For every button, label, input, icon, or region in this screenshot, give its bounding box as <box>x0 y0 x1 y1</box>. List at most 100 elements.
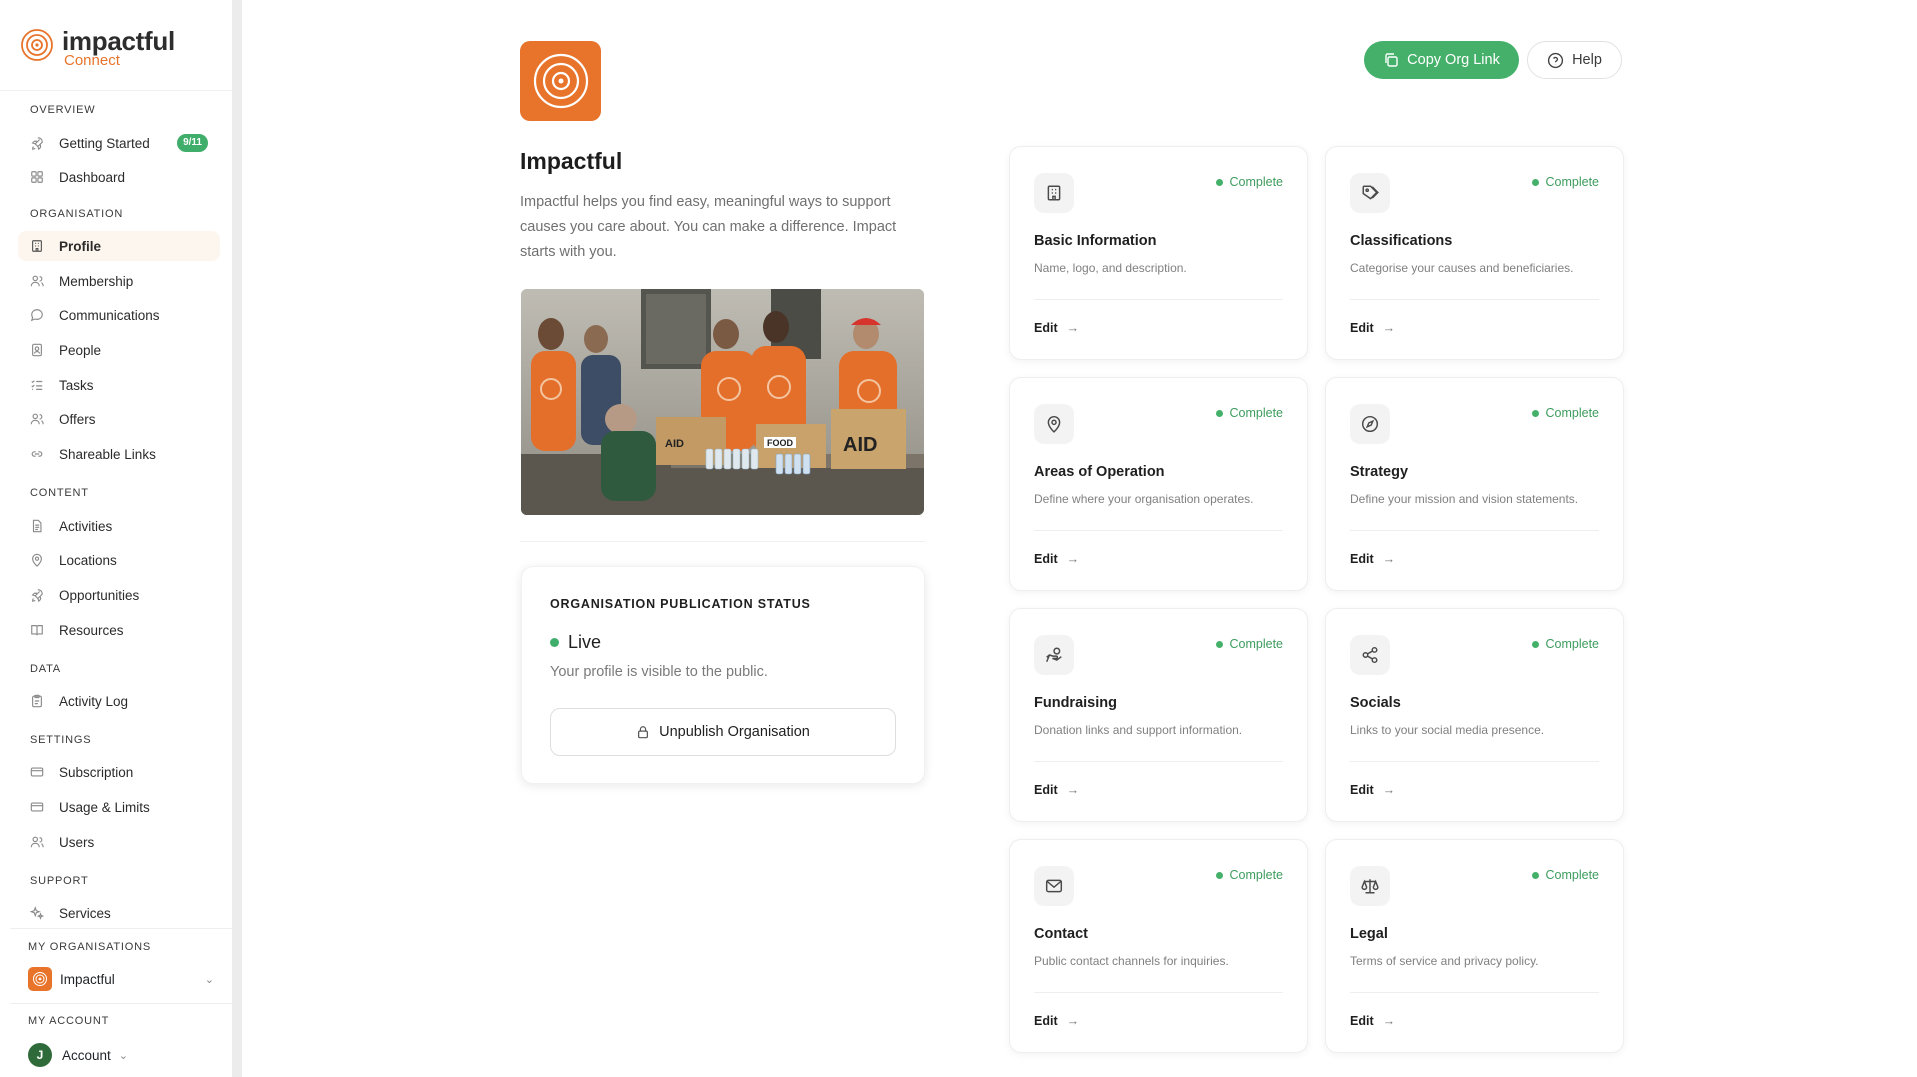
map-pin-icon <box>32 553 42 567</box>
org-description: Impactful helps you find easy, meaningfu… <box>520 194 897 260</box>
card-title: Legal <box>1350 926 1388 942</box>
sidebar-item-label: Opportunities <box>59 587 140 603</box>
arrow-right-icon: → <box>1066 1014 1080 1028</box>
card-title: Fundraising <box>1034 695 1117 711</box>
sidebar-item-dashboard[interactable]: Dashboard <box>18 162 220 192</box>
users-icon <box>30 836 44 848</box>
avatar: J <box>28 1043 52 1067</box>
grid-icon <box>31 171 43 183</box>
page-title: Impactful <box>520 148 623 174</box>
help-button[interactable]: Help <box>1527 41 1622 79</box>
sidebar-item-label: Membership <box>59 273 134 289</box>
target-logo-icon <box>33 972 47 986</box>
list-check-icon <box>31 380 43 390</box>
link-icon <box>31 451 43 457</box>
publication-status-title: ORGANISATION PUBLICATION STATUS <box>550 597 811 611</box>
chat-icon <box>30 309 43 322</box>
sidebar-item-usage-limits[interactable]: Usage & Limits <box>18 792 220 822</box>
sidebar-item-label: Activity Log <box>59 693 129 709</box>
arrow-right-icon: → <box>1066 783 1080 797</box>
arrow-right-icon: → <box>1382 783 1396 797</box>
sidebar-item-subscription[interactable]: Subscription <box>18 757 220 787</box>
divider <box>520 541 925 542</box>
edit-link[interactable]: Edit → <box>1350 321 1395 335</box>
sidebar-item-services[interactable]: Services <box>18 898 220 928</box>
divider <box>10 928 232 929</box>
account-menu[interactable]: J Account ⌄ <box>28 1042 128 1068</box>
sidebar-item-activities[interactable]: Activities <box>18 511 220 541</box>
status-badge: Complete <box>1215 868 1283 882</box>
sidebar-item-people[interactable]: People <box>18 335 220 365</box>
section-card-strategy: Complete Strategy Define your mission an… <box>1325 377 1624 591</box>
section-card-legal: Complete Legal Terms of service and priv… <box>1325 839 1624 1053</box>
card-description: Terms of service and privacy policy. <box>1350 954 1539 968</box>
sidebar-item-tasks[interactable]: Tasks <box>18 370 220 400</box>
sidebar-item-label: Communications <box>59 307 160 323</box>
box-label: AID <box>843 434 877 456</box>
sidebar-item-label: Locations <box>59 552 117 568</box>
sidebar-item-getting-started[interactable]: Getting Started 9/11 <box>18 128 220 158</box>
card-title: Contact <box>1034 926 1088 942</box>
section-my-organisations: MY ORGANISATIONS <box>28 941 152 953</box>
sidebar-scrollbar[interactable] <box>232 0 242 1077</box>
divider <box>1350 530 1599 531</box>
sidebar-item-profile[interactable]: Profile <box>18 231 220 261</box>
book-icon <box>31 625 43 636</box>
divider <box>1034 761 1283 762</box>
divider <box>0 90 232 91</box>
publication-state-label: Live <box>568 632 602 652</box>
edit-link[interactable]: Edit → <box>1350 1014 1395 1028</box>
sidebar-item-label: Subscription <box>59 764 134 780</box>
organisation-selector[interactable]: Impactful ⌄ <box>28 966 214 992</box>
section-card-classifications: Complete Classifications Categorise your… <box>1325 146 1624 360</box>
card-icon <box>30 802 44 812</box>
sidebar-item-communications[interactable]: Communications <box>18 300 220 330</box>
sidebar-item-label: Services <box>59 905 111 921</box>
section-card-basic-information: Complete Basic Information Name, logo, a… <box>1009 146 1308 360</box>
card-description: Define your mission and vision statement… <box>1350 492 1579 506</box>
sidebar-item-offers[interactable]: Offers <box>18 404 220 434</box>
section-support: SUPPORT <box>30 875 89 887</box>
edit-link[interactable]: Edit → <box>1034 783 1079 797</box>
arrow-right-icon: → <box>1382 552 1396 566</box>
help-label: Help <box>1572 52 1602 68</box>
brand-logo[interactable]: impactful Connect <box>20 28 175 68</box>
edit-link[interactable]: Edit → <box>1350 552 1395 566</box>
card-description: Public contact channels for inquiries. <box>1034 954 1229 968</box>
sidebar-item-label: Resources <box>59 622 124 638</box>
org-logo <box>520 41 601 121</box>
section-my-account: MY ACCOUNT <box>28 1015 110 1027</box>
publication-status-card: ORGANISATION PUBLICATION STATUS Live You… <box>521 566 925 784</box>
card-description: Links to your social media presence. <box>1350 723 1545 737</box>
document-icon <box>32 519 42 533</box>
copy-org-link-button[interactable]: Copy Org Link <box>1364 41 1519 79</box>
status-dot <box>550 638 559 647</box>
divider <box>1350 992 1599 993</box>
card-description: Name, logo, and description. <box>1034 261 1187 275</box>
sidebar-item-label: Shareable Links <box>59 446 156 462</box>
sidebar-item-locations[interactable]: Locations <box>18 545 220 575</box>
org-cover-photo: AID FOOD AID <box>521 289 924 515</box>
compass-icon <box>1350 404 1390 444</box>
arrow-right-icon: → <box>1066 552 1080 566</box>
sidebar-item-activity-log[interactable]: Activity Log <box>18 686 220 716</box>
edit-link[interactable]: Edit → <box>1034 552 1079 566</box>
sidebar-item-shareable-links[interactable]: Shareable Links <box>18 439 220 469</box>
unpublish-button[interactable]: Unpublish Organisation <box>550 708 896 756</box>
sidebar-item-membership[interactable]: Membership <box>18 266 220 296</box>
sidebar-item-resources[interactable]: Resources <box>18 615 220 645</box>
divider <box>1350 761 1599 762</box>
edit-link[interactable]: Edit → <box>1350 783 1395 797</box>
status-badge: Complete <box>1531 406 1599 420</box>
sidebar-item-label: Activities <box>59 518 113 534</box>
building-icon <box>32 240 42 252</box>
edit-link[interactable]: Edit → <box>1034 1014 1079 1028</box>
card-title: Classifications <box>1350 233 1453 249</box>
divider <box>1034 530 1283 531</box>
arrow-right-icon: → <box>1382 321 1396 335</box>
sidebar-item-users[interactable]: Users <box>18 827 220 857</box>
section-settings: SETTINGS <box>30 734 92 746</box>
edit-link[interactable]: Edit → <box>1034 321 1079 335</box>
sidebar-item-opportunities[interactable]: Opportunities <box>18 580 220 610</box>
publication-message: Your profile is visible to the public. <box>550 664 768 680</box>
